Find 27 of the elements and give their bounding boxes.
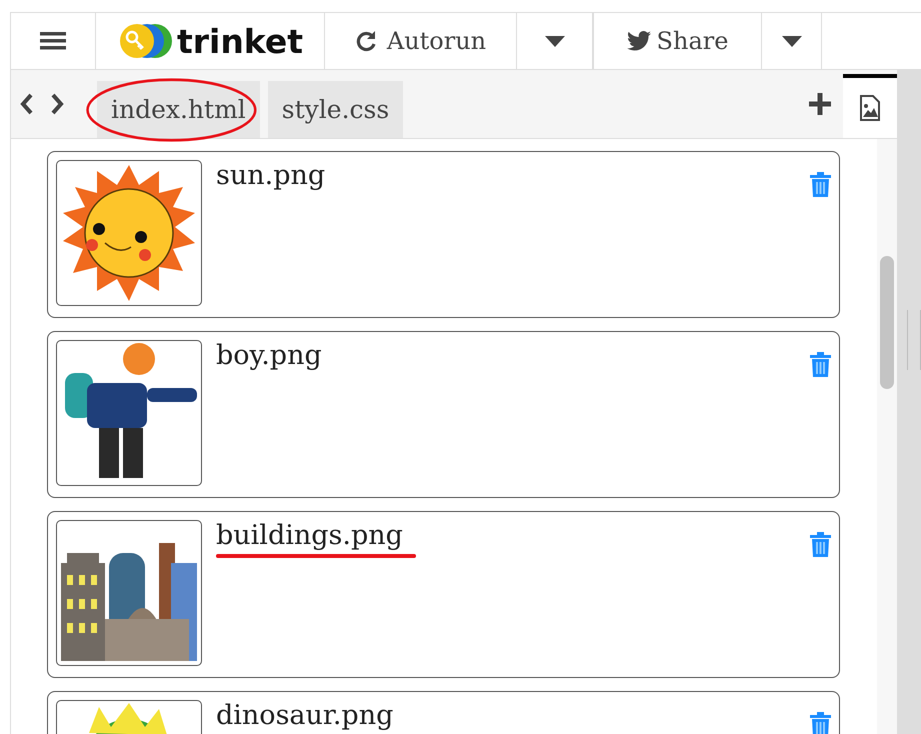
image-file-icon	[859, 95, 881, 121]
menu-icon	[40, 30, 66, 52]
file-name: buildings.png	[216, 519, 403, 553]
caret-icon	[782, 36, 802, 46]
refresh-icon	[354, 30, 377, 52]
caret-icon	[544, 36, 564, 46]
splitter-handle[interactable]	[897, 70, 921, 734]
file-name: boy.png	[216, 339, 322, 373]
file-tab[interactable]: index.html	[97, 81, 260, 138]
file-name: sun.png	[216, 159, 326, 193]
logo-text: trinket	[176, 22, 304, 60]
delete-button[interactable]	[810, 712, 831, 734]
delete-button[interactable]	[810, 172, 831, 197]
trash-icon	[810, 352, 831, 377]
delete-button[interactable]	[810, 352, 831, 377]
trash-icon	[810, 172, 831, 197]
plus-icon	[809, 93, 831, 115]
delete-button[interactable]	[810, 532, 831, 557]
scrollbar[interactable]	[877, 139, 897, 734]
add-file-button[interactable]	[809, 93, 831, 115]
trash-icon	[810, 532, 831, 557]
trash-icon	[810, 712, 831, 734]
code-icon	[19, 92, 65, 116]
file-name: dinosaur.png	[216, 699, 394, 733]
file-tab[interactable]: style.css	[268, 81, 404, 138]
images-tab[interactable]	[843, 74, 897, 138]
bird-icon	[626, 31, 651, 51]
